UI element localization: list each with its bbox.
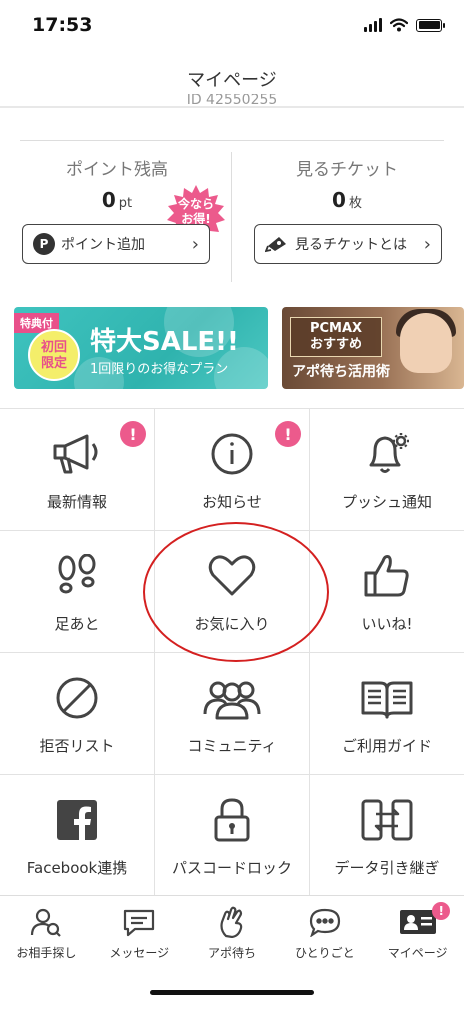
home-indicator	[150, 990, 314, 995]
menu-label: いいね!	[361, 615, 413, 633]
menu-label: パスコードロック	[171, 859, 292, 877]
bottom-nav: お相手探し メッセージ アポ待ち ひとりごと ! マイページ	[0, 895, 464, 975]
menu-label: プッシュ通知	[341, 493, 432, 511]
menu-label: 最新情報	[46, 493, 107, 511]
first-time-badge: 初回 限定	[28, 329, 80, 381]
heart-icon	[208, 555, 256, 596]
add-points-label: ポイント追加	[61, 237, 145, 253]
block-icon	[56, 677, 98, 719]
menu-label: 足あと	[54, 615, 100, 633]
nav-apo[interactable]: アポ待ち	[186, 896, 279, 976]
chevron-right-icon: ›	[423, 233, 431, 255]
menu-label: コミュニティ	[187, 737, 277, 755]
menu-notices[interactable]: ! お知らせ	[155, 409, 310, 531]
chevron-right-icon: ›	[191, 233, 199, 255]
status-icons	[364, 18, 445, 32]
data-transfer-icon	[361, 799, 413, 841]
wallet-separator	[231, 152, 232, 282]
menu-footprints[interactable]: 足あと	[0, 531, 155, 653]
menu-facebook[interactable]: Facebook連携	[0, 775, 155, 897]
menu-passcode[interactable]: パスコードロック	[155, 775, 310, 897]
ticket-info-label: 見るチケットとは	[295, 237, 407, 253]
menu-news[interactable]: ! 最新情報	[0, 409, 155, 531]
nav-label: お相手探し	[16, 946, 77, 960]
user-id: ID 42550255	[186, 94, 278, 106]
sale-banner[interactable]: 特典付 初回 限定 特大SALE!! 1回限りのお得なプラン	[14, 307, 268, 389]
pcmax-subtitle: アポ待ち活用術	[292, 364, 390, 380]
menu-label: お気に入り	[194, 615, 270, 633]
pcmax-recommend-box: PCMAX おすすめ	[290, 317, 382, 357]
nav-search[interactable]: お相手探し	[0, 896, 93, 976]
menu-data-transfer[interactable]: データ引き継ぎ	[310, 775, 464, 897]
nav-mypage[interactable]: ! マイページ	[371, 896, 464, 976]
menu-likes[interactable]: いいね!	[310, 531, 464, 653]
points-p-icon: P	[33, 233, 55, 255]
menu-label: 拒否リスト	[39, 737, 115, 755]
signal-icon	[364, 18, 382, 32]
menu-label: データ引き継ぎ	[334, 859, 440, 877]
add-points-button[interactable]: P ポイント追加 ›	[22, 224, 210, 264]
pcmax-banner[interactable]: PCMAX おすすめ アポ待ち活用術	[282, 307, 464, 389]
wallet-divider	[20, 140, 444, 141]
header-divider	[0, 106, 464, 108]
ticket-icon	[265, 237, 286, 253]
menu-label: ご利用ガイド	[341, 737, 432, 755]
search-person-icon	[31, 908, 62, 937]
tickets-value: 0枚	[332, 188, 362, 212]
menu-push[interactable]: プッシュ通知	[310, 409, 464, 531]
menu-grid: ! 最新情報 ! お知らせ プッシュ通知 足あと お気に入り いいね! 拒否リス…	[0, 408, 464, 897]
nav-label: メッセージ	[109, 946, 170, 960]
menu-guide[interactable]: ご利用ガイド	[310, 653, 464, 775]
promo-badge-text: 今なら お得!	[177, 197, 214, 226]
menu-community[interactable]: コミュニティ	[155, 653, 310, 775]
notification-badge: !	[120, 421, 146, 447]
footprints-icon	[58, 554, 96, 594]
status-bar: 17:53	[0, 0, 464, 52]
menu-label: Facebook連携	[26, 859, 128, 877]
tickets-section: 見るチケット 0枚	[242, 155, 452, 212]
book-icon	[361, 681, 413, 719]
battery-icon	[416, 18, 445, 32]
page-title: マイページ	[187, 70, 277, 91]
status-time: 17:53	[32, 14, 93, 36]
menu-favorites[interactable]: お気に入り	[155, 531, 310, 653]
notification-badge: !	[275, 421, 301, 447]
points-label: ポイント残高	[66, 160, 168, 180]
bell-gear-icon	[369, 433, 409, 473]
sale-title: 特大SALE!!	[90, 327, 239, 357]
tickets-label: 見るチケット	[296, 160, 398, 180]
menu-blocklist[interactable]: 拒否リスト	[0, 653, 155, 775]
hand-wave-icon	[220, 906, 243, 938]
facebook-icon	[57, 800, 97, 840]
community-icon	[203, 681, 261, 720]
speech-bubble-icon	[309, 908, 340, 937]
thumbs-up-icon	[364, 555, 409, 597]
wifi-icon	[390, 18, 408, 32]
nav-monologue[interactable]: ひとりごと	[278, 896, 371, 976]
nav-label: ひとりごと	[294, 946, 355, 960]
id-card-icon	[399, 910, 436, 934]
menu-label: お知らせ	[202, 493, 262, 511]
ticket-info-button[interactable]: 見るチケットとは ›	[254, 224, 442, 264]
nav-label: アポ待ち	[207, 946, 256, 960]
nav-label: マイページ	[387, 946, 448, 960]
lock-icon	[214, 798, 250, 842]
info-icon	[211, 433, 253, 475]
megaphone-icon	[53, 434, 98, 474]
nav-messages[interactable]: メッセージ	[93, 896, 186, 976]
sale-subtitle: 1回限りのお得なプラン	[90, 362, 229, 377]
message-icon	[124, 909, 155, 937]
